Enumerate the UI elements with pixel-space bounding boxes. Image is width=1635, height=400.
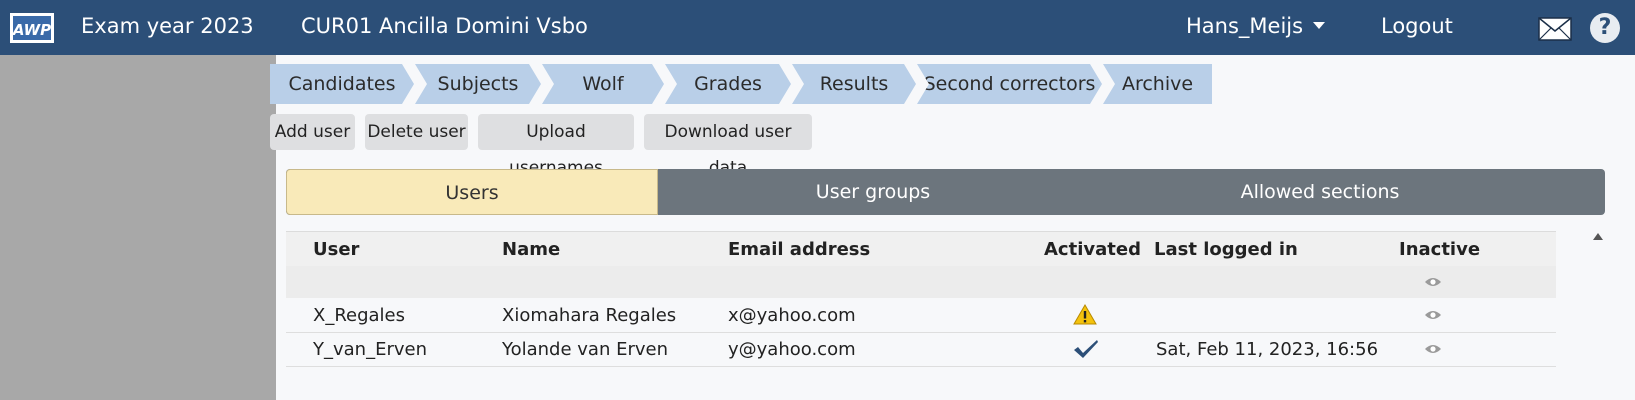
header-last-logged-in[interactable]: Last logged in <box>1154 239 1298 260</box>
table-header: User Name Email address Activated Last l… <box>286 231 1556 266</box>
step-second-correctors[interactable]: Second correctors <box>917 64 1102 104</box>
step-results[interactable]: Results <box>792 64 916 104</box>
tab-users[interactable]: Users <box>286 169 658 215</box>
cell-email: x@yahoo.com <box>728 305 856 326</box>
tab-user-groups[interactable]: User groups <box>658 169 1088 215</box>
header-activated[interactable]: Activated <box>1044 239 1141 260</box>
left-panel <box>0 55 276 400</box>
warning-icon <box>1073 304 1097 325</box>
header-user[interactable]: User <box>313 239 359 260</box>
eye-icon[interactable] <box>1424 276 1442 288</box>
download-user-data-button[interactable]: Download user data <box>644 114 812 178</box>
step-archive[interactable]: Archive <box>1103 64 1212 104</box>
tab-allowed-sections[interactable]: Allowed sections <box>1088 169 1552 215</box>
scroll-up-arrow-icon[interactable] <box>1593 233 1603 240</box>
cell-name: Yolande van Erven <box>502 339 668 360</box>
header-inactive[interactable]: Inactive <box>1399 239 1480 260</box>
upload-usernames-button[interactable]: Upload usernames <box>478 114 634 178</box>
eye-icon[interactable] <box>1424 343 1442 355</box>
cell-user: Y_van_Erven <box>313 339 427 360</box>
help-icon[interactable]: ? <box>1590 13 1620 43</box>
school-name[interactable]: CUR01 Ancilla Domini Vsbo <box>301 14 588 38</box>
mail-icon[interactable] <box>1538 17 1572 41</box>
logo-text: AWP <box>12 21 51 39</box>
step-grades[interactable]: Grades <box>665 64 791 104</box>
tab-bar: Users User groups Allowed sections <box>286 169 1605 215</box>
scrollbar[interactable] <box>1588 228 1610 400</box>
delete-user-button[interactable]: Delete user <box>365 114 468 150</box>
user-menu-label: Hans_Meijs <box>1186 14 1304 38</box>
checkmark-icon <box>1074 340 1098 358</box>
chevron-down-icon <box>1313 21 1326 29</box>
cell-last-logged-in: Sat, Feb 11, 2023, 16:56 <box>1156 339 1379 360</box>
logout-link[interactable]: Logout <box>1381 14 1453 38</box>
step-wolf[interactable]: Wolf <box>542 64 664 104</box>
eye-icon[interactable] <box>1424 309 1442 321</box>
table-row[interactable]: Y_van_Erven Yolande van Erven y@yahoo.co… <box>286 332 1556 367</box>
cell-user: X_Regales <box>313 305 406 326</box>
header-name[interactable]: Name <box>502 239 560 260</box>
exam-year[interactable]: Exam year 2023 <box>81 14 254 38</box>
filter-row <box>286 266 1556 298</box>
step-subjects[interactable]: Subjects <box>415 64 541 104</box>
user-menu[interactable]: Hans_Meijs <box>1186 14 1326 38</box>
awp-logo[interactable]: AWP <box>10 13 54 43</box>
header-email[interactable]: Email address <box>728 239 870 260</box>
cell-name: Xiomahara Regales <box>502 305 677 326</box>
add-user-button[interactable]: Add user <box>270 114 355 150</box>
step-candidates[interactable]: Candidates <box>270 64 414 104</box>
table-row[interactable]: X_Regales Xiomahara Regales x@yahoo.com <box>286 298 1556 333</box>
top-bar: AWP Exam year 2023 CUR01 Ancilla Domini … <box>0 0 1635 55</box>
cell-email: y@yahoo.com <box>728 339 856 360</box>
